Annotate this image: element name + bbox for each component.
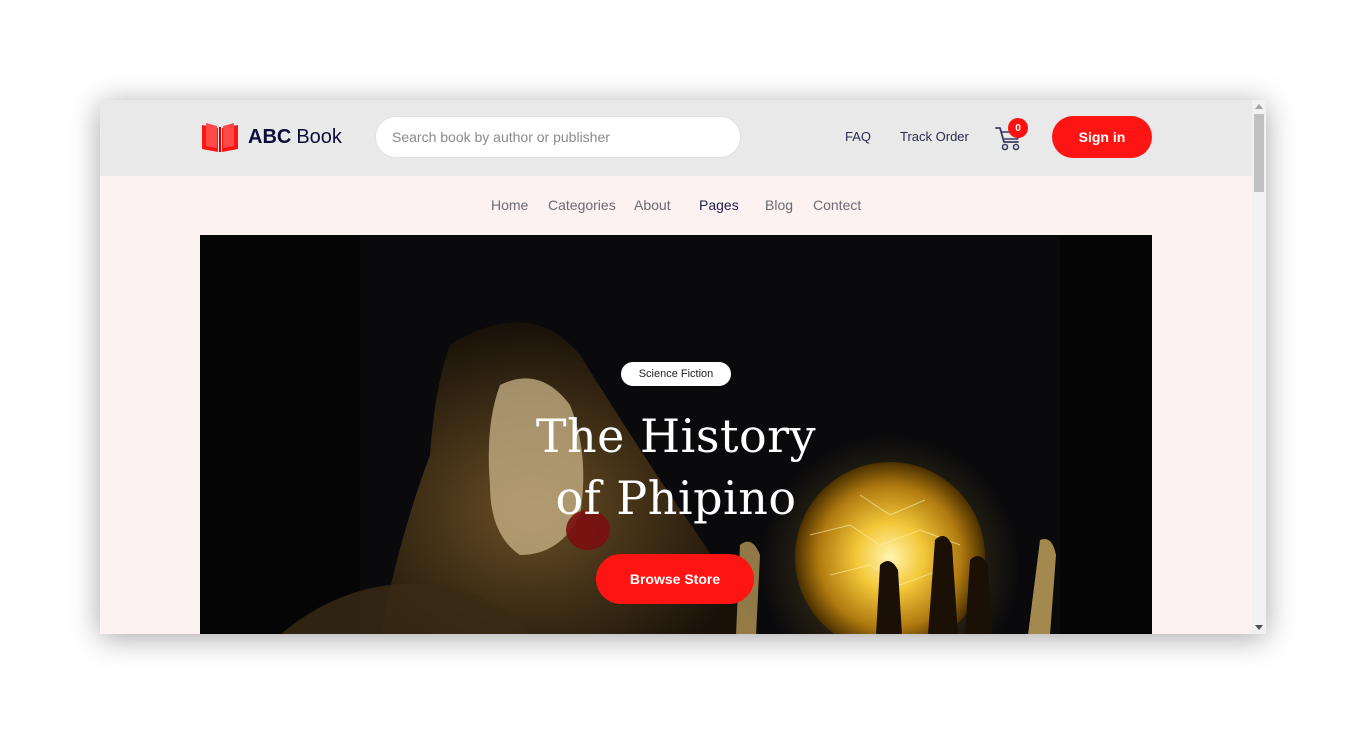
open-book-icon (200, 122, 240, 152)
hero-title-line-2: of Phipino (555, 471, 797, 525)
brand-logo[interactable]: ABC Book (200, 122, 342, 152)
browser-window: ABCBook FAQ Track Order 0 Sign in Home C… (100, 100, 1266, 634)
main-menu: Home Categories About Pages Blog Contect (100, 197, 1252, 217)
hero-banner: Science Fiction The History of Phipino B… (200, 235, 1152, 634)
genre-tag: Science Fiction (621, 362, 731, 386)
scroll-thumb[interactable] (1254, 114, 1264, 192)
cart-button[interactable]: 0 (994, 118, 1028, 156)
browse-store-button[interactable]: Browse Store (596, 554, 754, 604)
hero-title-line-1: The History (535, 409, 817, 463)
menu-item-about[interactable]: About (634, 197, 671, 213)
menu-item-home[interactable]: Home (491, 197, 528, 213)
scroll-down-arrow-icon[interactable] (1255, 625, 1263, 630)
hero-title: The History of Phipino (476, 405, 876, 529)
menu-item-pages[interactable]: Pages (699, 197, 739, 213)
brand-name: ABC Book (248, 125, 342, 148)
cart-count-badge: 0 (1008, 118, 1028, 138)
vertical-scrollbar[interactable] (1252, 100, 1266, 634)
sign-in-button[interactable]: Sign in (1052, 116, 1152, 158)
scroll-up-arrow-icon[interactable] (1255, 104, 1263, 109)
menu-item-contect[interactable]: Contect (813, 197, 861, 213)
search-input[interactable] (375, 116, 741, 158)
cart-icon (994, 127, 1024, 156)
track-order-link[interactable]: Track Order (900, 129, 969, 144)
faq-link[interactable]: FAQ (845, 129, 871, 144)
menu-item-categories[interactable]: Categories (548, 197, 616, 213)
menu-item-blog[interactable]: Blog (765, 197, 793, 213)
top-header: ABCBook FAQ Track Order 0 Sign in (100, 100, 1252, 176)
